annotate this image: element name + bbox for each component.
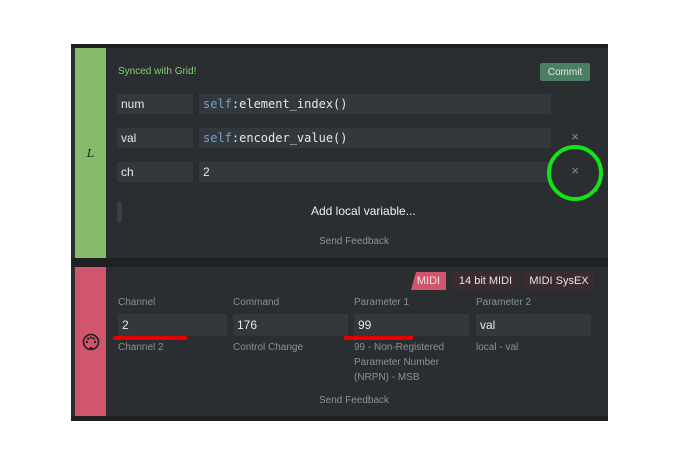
midi-send-feedback-link[interactable]: Send Feedback	[319, 395, 389, 406]
highlight-circle	[547, 145, 603, 201]
commit-button[interactable]: Commit	[540, 63, 590, 81]
var-value-val[interactable]: self:encoder_value()	[199, 128, 551, 148]
var-value-num[interactable]: self:element_index()	[199, 94, 551, 114]
code-keyword: self	[203, 131, 232, 145]
midi-strip[interactable]	[75, 267, 106, 416]
channel-label: Channel	[118, 297, 156, 308]
parameter1-desc: 99 - Non-Registered Parameter Number (NR…	[354, 340, 444, 385]
sync-status: Synced with Grid!	[118, 66, 197, 77]
var-value-ch[interactable]: 2	[199, 162, 551, 182]
editor-panel: L Synced with Grid! Commit num self:elem…	[71, 44, 608, 421]
tab-midi-sysex[interactable]: MIDI SysEX	[524, 272, 594, 290]
locals-block	[71, 48, 608, 258]
parameter2-input[interactable]: val	[476, 314, 591, 336]
parameter1-desc-line: 99 - Non-Registered	[354, 342, 445, 353]
send-feedback-link[interactable]: Send Feedback	[319, 236, 389, 247]
parameter1-desc-line: Parameter Number	[354, 357, 440, 368]
locals-strip-label: L	[86, 146, 95, 160]
add-local-variable-button[interactable]: Add local variable...	[311, 204, 416, 218]
scrollbar[interactable]	[117, 202, 122, 222]
channel-desc: Channel 2	[118, 342, 164, 353]
parameter2-desc: local - val	[476, 342, 519, 353]
parameter1-label: Parameter 1	[354, 297, 410, 308]
locals-strip[interactable]: L	[75, 48, 106, 258]
command-label: Command	[233, 297, 280, 308]
remove-val-icon[interactable]: ×	[568, 129, 582, 144]
var-name-num[interactable]: num	[117, 94, 193, 114]
command-input[interactable]: 176	[233, 314, 348, 336]
tab-midi[interactable]: MIDI	[411, 272, 446, 290]
parameter2-label: Parameter 2	[476, 297, 532, 308]
code-expr: :encoder_value()	[231, 131, 348, 145]
midi-connector-icon	[82, 333, 99, 350]
parameter1-desc-line: (NRPN) - MSB	[354, 372, 420, 383]
command-desc: Control Change	[233, 342, 304, 353]
var-name-ch[interactable]: ch	[117, 162, 193, 182]
parameter1-input[interactable]: 99	[354, 314, 469, 336]
channel-input[interactable]: 2	[118, 314, 227, 336]
tab-14bit-midi[interactable]: 14 bit MIDI	[452, 272, 519, 290]
code-expr: :element_index()	[231, 97, 348, 111]
var-name-val[interactable]: val	[117, 128, 193, 148]
code-keyword: self	[203, 97, 232, 111]
